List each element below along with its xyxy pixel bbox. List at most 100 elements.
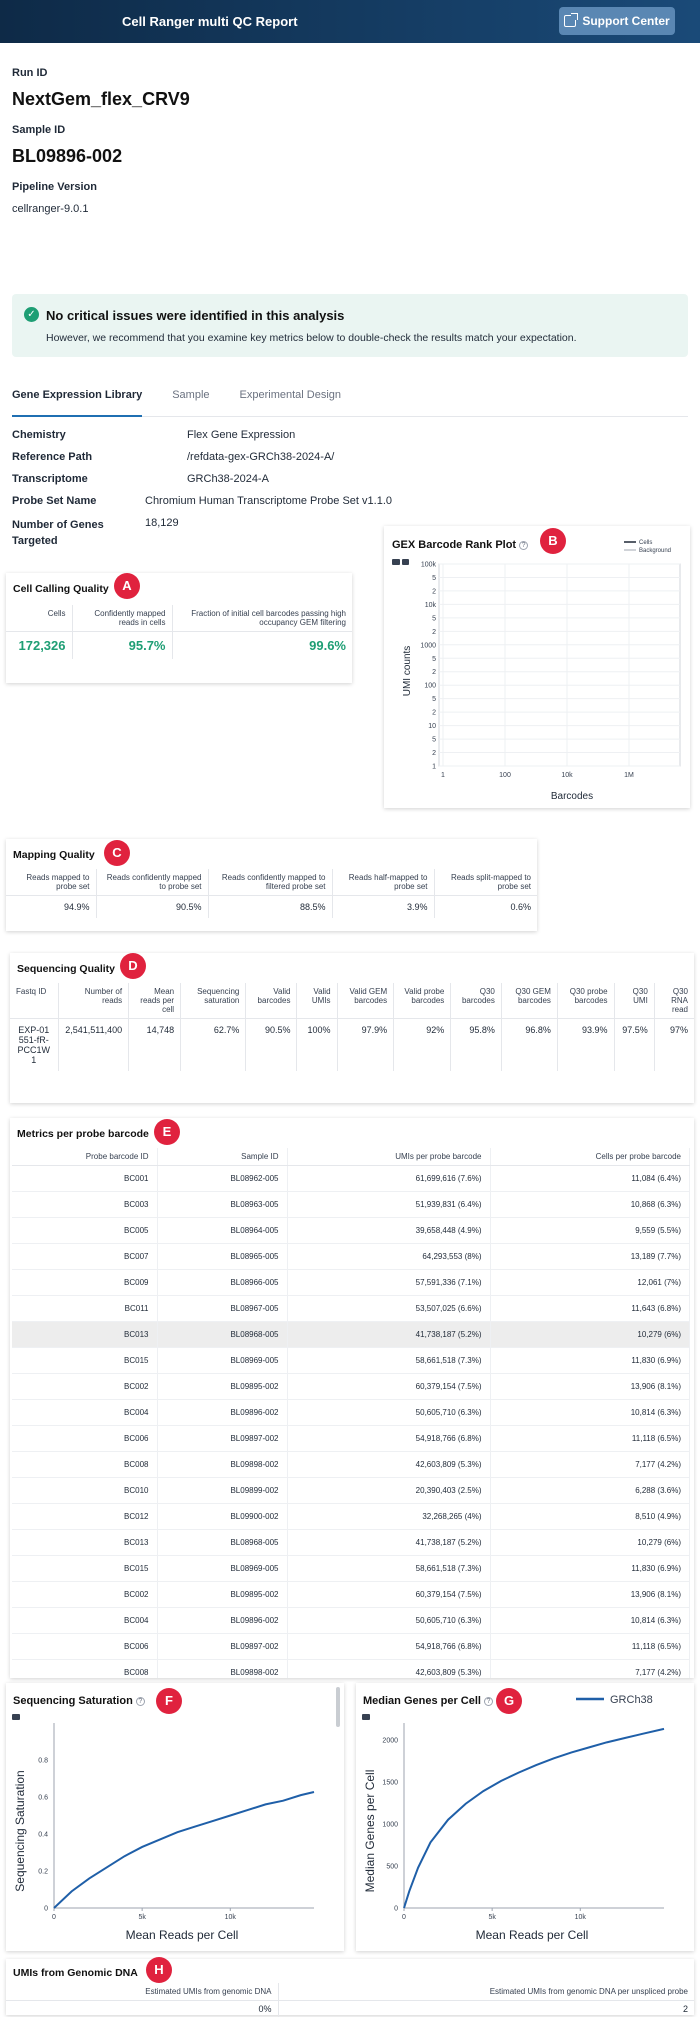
probe-barcode-card: Metrics per probe barcode E Probe barcod…: [10, 1118, 694, 1678]
y-tick-label: 0.2: [38, 1869, 48, 1876]
y-tick-label: 2: [432, 588, 436, 595]
table-cell: 50,605,710 (6.3%): [287, 1399, 491, 1426]
table-cell: BL08969-005: [157, 1555, 288, 1582]
plot-frame: [438, 563, 681, 767]
table-cell: BC003: [12, 1191, 158, 1218]
probe-rows: BC001 BL08962-005 61,699,616 (7.6%) 11,084 …: [12, 1165, 690, 1678]
x-tick-label: 10k: [575, 1914, 587, 1921]
table-cell: BL09899-002: [157, 1477, 288, 1504]
x-tick-label: 5k: [138, 1914, 146, 1921]
col-header: Reads confidently mapped to filtered pro…: [208, 869, 333, 896]
table-cell: 10,814 (6.3%): [490, 1399, 690, 1426]
x-axis-label: Barcodes: [551, 791, 593, 802]
library-tabs: Gene Expression Library Sample Experimen…: [12, 379, 688, 417]
table-cell: BC013: [12, 1529, 158, 1556]
table-cell: 10,279 (6%): [490, 1321, 690, 1348]
col-header: Q30 GEM barcodes: [501, 983, 558, 1019]
table-cell: BC001: [12, 1165, 158, 1192]
metric-value: 90.5%: [96, 895, 209, 918]
table-cell: BC015: [12, 1555, 158, 1582]
y-tick-label: 2: [432, 669, 436, 676]
probe-barcode-title: Metrics per probe barcode: [17, 1128, 149, 1140]
run-meta: Run ID NextGem_flex_CRV9 Sample ID BL098…: [0, 43, 700, 215]
metric-value: 96.8%: [501, 1018, 558, 1071]
table-cell: 7,177 (4.2%): [490, 1451, 690, 1478]
metric-value: 2,541,511,400: [58, 1018, 130, 1071]
median-genes-chart: GRCh38 Median Genes per Cell Mean Reads …: [363, 1694, 665, 1942]
table-row: BC003 BL08963-005 51,939,831 (6.4%) 10,868 …: [12, 1191, 690, 1218]
table-cell: BL08966-005: [157, 1269, 288, 1296]
col-header: Reads half-mapped to probe set: [332, 869, 435, 896]
table-cell: BC007: [12, 1243, 158, 1270]
col-header: Number of reads: [58, 983, 130, 1019]
table-cell: 13,906 (8.1%): [490, 1373, 690, 1400]
tab-gene-expression-library[interactable]: Gene Expression Library: [12, 379, 143, 417]
y-tick-label: 1000: [420, 642, 436, 649]
table-row: BC012 BL09900-002 32,268,265 (4%) 8,510 (4.…: [12, 1503, 690, 1530]
table-cell: 51,939,831 (6.4%): [287, 1191, 491, 1218]
table-cell: 42,603,809 (5.3%): [287, 1659, 491, 1678]
table-cell: 60,379,154 (7.5%): [287, 1373, 491, 1400]
report-title: Cell Ranger multi QC Report: [122, 14, 298, 29]
info-value: GRCh38-2024-A: [187, 473, 269, 485]
col-header: Valid probe barcodes: [393, 983, 452, 1019]
table-cell: 41,738,187 (5.2%): [287, 1529, 491, 1556]
barcode-rank-card: GEX Barcode Rank Plot? B Cells Backgroun…: [384, 526, 690, 808]
table-row: BC007 BL08965-005 64,293,553 (8%) 13,189 (7…: [12, 1243, 690, 1270]
table-cell: 54,918,766 (6.8%): [287, 1633, 491, 1660]
barcode-rank-plot: Cells Background 100k5210k52100052100521…: [402, 540, 681, 802]
mapping-quality-table: Reads mapped to probe set Reads confiden…: [6, 869, 537, 918]
info-value: Flex Gene Expression: [187, 429, 296, 441]
table-cell: BL09896-002: [157, 1607, 288, 1634]
col-header: Confidently mapped reads in cells: [72, 605, 173, 632]
metric-value: 97%: [669, 1025, 688, 1035]
badge-e: E: [154, 1119, 180, 1145]
x-tick-label: 1: [441, 772, 445, 779]
table-cell: 7,177 (4.2%): [490, 1659, 690, 1678]
table-cell: 11,084 (6.4%): [490, 1165, 690, 1192]
run-id: NextGem_flex_CRV9: [12, 89, 190, 109]
tab-experimental-design[interactable]: Experimental Design: [240, 379, 342, 417]
y-axis-label: Sequencing Saturation: [13, 1770, 27, 1891]
run-id-label: Run ID: [12, 67, 48, 79]
col-header: Estimated UMIs from genomic DNA: [6, 1983, 279, 2001]
col-header: Q30 probe barcodes: [557, 983, 615, 1019]
metric-value: 0.6%: [510, 902, 531, 912]
col-header: Sequencing saturation: [180, 983, 247, 1019]
tab-sample[interactable]: Sample: [172, 379, 209, 417]
sample-id-label: Sample ID: [12, 124, 66, 136]
table-cell: BL08968-005: [157, 1529, 288, 1556]
table-cell: BC006: [12, 1633, 158, 1660]
metric-value: 14,748: [128, 1018, 182, 1071]
metric-value: 90.5%: [245, 1018, 298, 1071]
table-row: BC013 BL08968-005 41,738,187 (5.2%) 10,279 …: [12, 1529, 690, 1556]
info-key: Probe Set Name: [12, 495, 97, 507]
table-cell: BC004: [12, 1607, 158, 1634]
col-header: Probe barcode ID: [12, 1148, 158, 1166]
table-cell: 11,830 (6.9%): [490, 1555, 690, 1582]
saturation-chart: Sequencing Saturation Mean Reads per Cel…: [13, 1723, 315, 1942]
y-tick-label: 10: [428, 723, 436, 730]
legend-background: Background: [639, 548, 671, 554]
table-cell: BL09897-002: [157, 1633, 288, 1660]
table-row: BC008 BL09898-002 42,603,809 (5.3%) 7,177 (…: [12, 1659, 690, 1678]
table-cell: BL09898-002: [157, 1451, 288, 1478]
badge-c: C: [104, 840, 130, 866]
table-cell: 42,603,809 (5.3%): [287, 1451, 491, 1478]
alert-text: However, we recommend that you examine k…: [46, 332, 577, 344]
table-cell: 11,118 (6.5%): [490, 1633, 690, 1660]
col-header: Sample ID: [157, 1148, 288, 1166]
high-occupancy-value: 99.6%: [309, 638, 346, 653]
table-cell: 13,906 (8.1%): [490, 1581, 690, 1608]
table-cell: BC009: [12, 1269, 158, 1296]
legend-cells: Cells: [639, 540, 652, 546]
table-row: BC002 BL09895-002 60,379,154 (7.5%) 13,906 …: [12, 1581, 690, 1608]
metric-value: 88.5%: [208, 895, 333, 918]
metric-value: 0%: [6, 2000, 279, 2017]
support-center-button[interactable]: Support Center: [559, 7, 675, 35]
sample-id: BL09896-002: [12, 146, 123, 166]
col-header: Reads mapped to probe set: [6, 869, 97, 896]
table-row: BC013 BL08968-005 41,738,187 (5.2%) 10,279 …: [12, 1321, 690, 1348]
x-tick-label: 100: [499, 772, 511, 779]
table-row: BC008 BL09898-002 42,603,809 (5.3%) 7,177 (…: [12, 1451, 690, 1478]
